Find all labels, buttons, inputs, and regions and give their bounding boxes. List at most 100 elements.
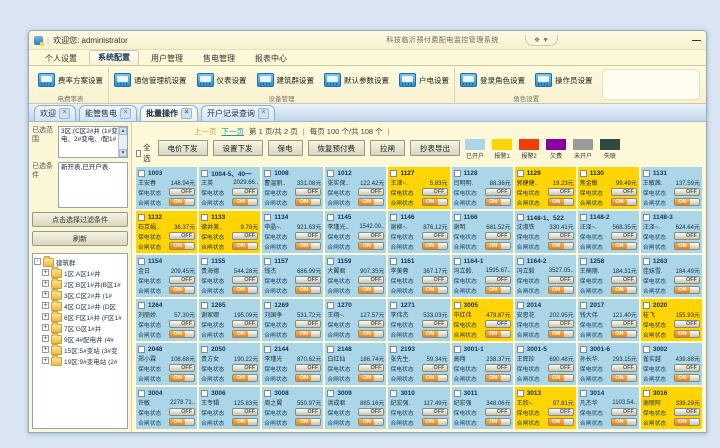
meter-card[interactable]: 3001-5 王辉珍 690.48元 保电状态 OFF 合闸 <box>515 343 576 385</box>
tab-welcome[interactable]: 欢迎 × <box>34 105 76 121</box>
power-protect-toggle[interactable]: OFF <box>674 232 700 240</box>
breaker-state-toggle[interactable]: ON <box>422 286 448 294</box>
card-checkbox[interactable] <box>580 170 587 177</box>
comm-manager-settings-button[interactable]: 通信管理机设置 <box>114 73 187 87</box>
power-protect-toggle[interactable]: OFF <box>422 408 448 416</box>
power-protect-toggle[interactable]: OFF <box>169 320 195 328</box>
meter-card[interactable]: 3002 雀实越 439.88元 保电状态 OFF 合闸状态 <box>641 343 702 385</box>
meter-card[interactable]: 2020 桂飞 155.93元 保电状态 OFF 合闸状态 <box>641 299 702 341</box>
next-page-link[interactable]: 下一页 <box>222 126 245 137</box>
power-protect-toggle[interactable]: OFF <box>548 232 574 240</box>
breaker-state-toggle[interactable]: ON <box>611 374 637 382</box>
breaker-state-toggle[interactable]: ON <box>422 330 448 338</box>
meter-card[interactable]: 3010 纪宏强. 117.49元 保电状态 OFF 合闸状 <box>388 387 449 429</box>
expand-icon[interactable]: + <box>42 357 49 364</box>
card-checkbox[interactable] <box>390 214 397 221</box>
breaker-state-toggle[interactable]: ON <box>611 418 637 426</box>
meter-card[interactable]: 2144 李瑾光 870.62元 保电状态 OFF 合闸状态 <box>262 343 323 385</box>
breaker-state-toggle[interactable]: ON <box>358 242 384 250</box>
card-checkbox[interactable] <box>643 258 650 265</box>
card-checkbox[interactable] <box>580 258 587 265</box>
card-checkbox[interactable] <box>517 346 524 353</box>
breaker-state-toggle[interactable]: ON <box>674 286 700 294</box>
meter-card[interactable]: 1134 申晶~. 921.63元 保电状态 OFF 合闸状 <box>262 211 323 253</box>
selected-range-box[interactable]: 3区:(C区2#井 (1#变电、2#变电、/配1# ▲▼ <box>58 126 128 158</box>
card-checkbox[interactable] <box>517 214 524 221</box>
breaker-state-toggle[interactable]: ON <box>485 286 511 294</box>
card-checkbox[interactable] <box>138 214 145 221</box>
power-protect-toggle[interactable]: OFF <box>611 320 637 328</box>
power-protect-toggle[interactable]: OFF <box>422 188 448 196</box>
card-checkbox[interactable] <box>454 346 461 353</box>
card-checkbox[interactable] <box>390 258 397 265</box>
power-protect-toggle[interactable]: OFF <box>358 364 384 372</box>
card-checkbox[interactable] <box>454 258 461 265</box>
card-checkbox[interactable] <box>580 214 587 221</box>
meter-card[interactable]: 1004-5、40一 王英 2029.66.. 保电状态 OFF <box>199 167 260 209</box>
tree-item[interactable]: + 15区:5#变站 (3#变 <box>34 344 126 355</box>
card-checkbox[interactable] <box>390 346 397 353</box>
power-protect-toggle[interactable]: OFF <box>548 276 574 284</box>
meter-card[interactable]: 1164-1 冯立毅. 1595.67.. 保电状态 OFF <box>452 255 513 297</box>
ribbon-tab-users[interactable]: 用户管理 <box>143 52 191 65</box>
card-checkbox[interactable] <box>264 302 271 309</box>
breaker-state-toggle[interactable]: ON <box>674 330 700 338</box>
card-checkbox[interactable] <box>454 214 461 221</box>
meter-card[interactable]: 3001-1 高翔 238.37元 保电状态 OFF 合闸状 <box>452 343 513 385</box>
tab-account-records[interactable]: 开户记录查询 × <box>201 105 275 121</box>
batch-action-button[interactable]: 抄表导出 <box>410 140 460 156</box>
power-protect-toggle[interactable]: OFF <box>422 364 448 372</box>
power-protect-toggle[interactable]: OFF <box>485 232 511 240</box>
card-checkbox[interactable] <box>327 346 334 353</box>
meter-card[interactable]: 3013 王欣~. 97.81元 保电状态 OFF 合闸状态 <box>515 387 576 429</box>
card-checkbox[interactable] <box>264 346 271 353</box>
breaker-state-toggle[interactable]: ON <box>169 330 195 338</box>
card-checkbox[interactable] <box>264 170 271 177</box>
expand-icon[interactable]: + <box>42 269 49 276</box>
meter-card[interactable]: 3005 毕红伟 479.87元 保电状态 OFF 合闸状态 <box>452 299 513 341</box>
checkbox-icon[interactable] <box>136 150 141 157</box>
breaker-state-toggle[interactable]: ON <box>358 418 384 426</box>
power-protect-toggle[interactable]: OFF <box>674 320 700 328</box>
meter-card[interactable]: 1131 王敏茜. 137.59元 保电状态 OFF 合闸状 <box>641 167 702 209</box>
batch-action-button[interactable]: 恢复预付费 <box>308 140 366 156</box>
power-protect-toggle[interactable]: OFF <box>295 408 321 416</box>
card-checkbox[interactable] <box>264 390 271 397</box>
breaker-state-toggle[interactable]: ON <box>674 198 700 206</box>
meter-card[interactable]: 1148-3 汪泽~. 624.64元 保电状态 OFF 合 <box>641 211 702 253</box>
power-protect-toggle[interactable]: OFF <box>232 364 258 372</box>
power-protect-toggle[interactable]: OFF <box>169 276 195 284</box>
household-power-settings-button[interactable]: 户电设置 <box>399 73 449 87</box>
power-protect-toggle[interactable]: OFF <box>611 188 637 196</box>
breaker-state-toggle[interactable]: ON <box>611 242 637 250</box>
prev-page-link[interactable]: 上一页 <box>194 126 217 137</box>
tab-energy-vending[interactable]: 能管售电 × <box>79 105 137 121</box>
meter-card[interactable]: 1155 贵海德 544.28元 保电状态 OFF 合闸状态 <box>199 255 260 297</box>
breaker-state-toggle[interactable]: ON <box>422 242 448 250</box>
ribbon-tab-reports[interactable]: 报表中心 <box>247 52 295 65</box>
power-protect-toggle[interactable]: OFF <box>232 320 258 328</box>
tree-item[interactable]: + 9区:4#配电井 (4# <box>34 333 126 344</box>
select-all-checkbox[interactable]: 全选 <box>136 142 153 164</box>
breaker-state-toggle[interactable]: ON <box>548 330 574 338</box>
login-role-settings-button[interactable]: 登录角色设置 <box>460 73 525 87</box>
tab-close-icon[interactable]: × <box>258 108 269 119</box>
ribbon-style-control[interactable]: ❖ ▼ <box>525 35 558 46</box>
tree-item[interactable]: + 3区:C区2#井 (1# <box>34 289 126 300</box>
breaker-state-toggle[interactable]: ON <box>611 286 637 294</box>
breaker-state-toggle[interactable]: ON <box>232 198 258 206</box>
card-checkbox[interactable] <box>580 346 587 353</box>
card-checkbox[interactable] <box>264 258 271 265</box>
tab-close-icon[interactable]: × <box>181 108 192 119</box>
card-checkbox[interactable] <box>264 214 271 221</box>
tree-item[interactable]: + 4区:D区1#井 (D区 <box>34 300 126 311</box>
card-checkbox[interactable] <box>390 390 397 397</box>
batch-action-button[interactable]: 拉闸 <box>370 140 405 156</box>
meter-card[interactable]: 1159 大翼君 907.35元 保电状态 OFF 合闸状态 <box>325 255 386 297</box>
power-protect-toggle[interactable]: OFF <box>611 232 637 240</box>
power-protect-toggle[interactable]: OFF <box>232 232 258 240</box>
breaker-state-toggle[interactable]: ON <box>485 242 511 250</box>
card-checkbox[interactable] <box>390 170 397 177</box>
card-checkbox[interactable] <box>517 258 524 265</box>
card-checkbox[interactable] <box>327 302 334 309</box>
